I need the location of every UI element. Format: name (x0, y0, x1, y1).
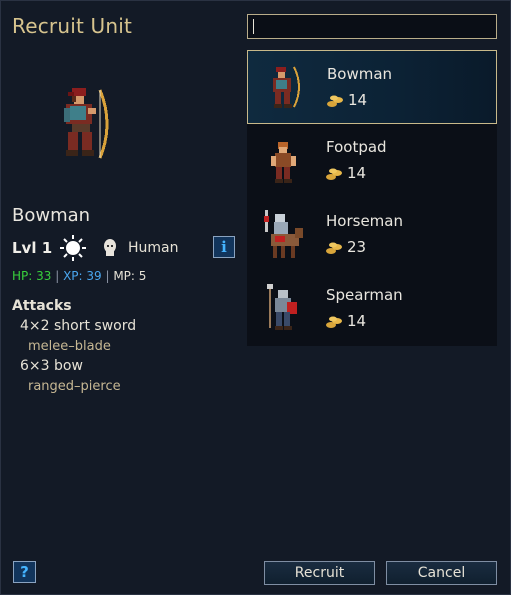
unit-cost: 14 (348, 91, 368, 109)
unit-list-item-bowman[interactable]: Bowman 14 (247, 50, 497, 124)
stat-separator: | (101, 269, 114, 283)
unit-race: Human (128, 240, 179, 256)
unit-name-label: Spearman (326, 286, 403, 304)
unit-level: Lvl 1 (12, 239, 53, 257)
unit-portrait (50, 84, 118, 168)
unit-list-item-footpad[interactable]: Footpad 14 (247, 124, 497, 198)
xp-stat: XP: 39 (63, 269, 102, 283)
unit-list-item-horseman[interactable]: Horseman 23 (247, 198, 497, 272)
attack-type: ranged–pierce (28, 379, 121, 394)
attacks-heading: Attacks (12, 298, 72, 314)
dialog-title: Recruit Unit (12, 14, 133, 38)
human-head-icon (100, 238, 120, 258)
horseman-sprite-icon (261, 208, 307, 262)
sun-icon (58, 235, 88, 261)
unit-cost: 14 (347, 312, 367, 330)
help-button[interactable]: ? (13, 561, 36, 583)
cancel-button[interactable]: Cancel (386, 561, 497, 585)
unit-list: Bowman 14 Footpad 14 Horseman 23 Spearma… (247, 50, 497, 346)
hp-stat: HP: 33 (12, 269, 52, 283)
unit-cost: 23 (347, 238, 367, 256)
unit-name-label: Bowman (327, 65, 393, 83)
gold-coins-icon (326, 166, 343, 180)
unit-list-item-spearman[interactable]: Spearman 14 (247, 272, 497, 346)
unit-info-button[interactable]: i (213, 236, 235, 258)
attack-name: 4×2 short sword (20, 318, 137, 334)
spearman-sprite-icon (261, 282, 307, 336)
gold-coins-icon (326, 314, 343, 328)
bowman-sprite-icon (262, 61, 308, 115)
attack-type: melee–blade (28, 339, 111, 354)
attack-name: 6×3 bow (20, 358, 83, 374)
unit-stats: HP: 33 | XP: 39 | MP: 5 (12, 269, 146, 283)
gold-coins-icon (327, 93, 344, 107)
search-input[interactable] (247, 14, 497, 39)
stat-separator: | (51, 269, 64, 283)
gold-coins-icon (326, 240, 343, 254)
unit-cost: 14 (347, 164, 367, 182)
footpad-sprite-icon (261, 134, 307, 188)
unit-name-label: Footpad (326, 138, 387, 156)
recruit-button[interactable]: Recruit (264, 561, 375, 585)
mp-stat: MP: 5 (113, 269, 147, 283)
unit-name: Bowman (12, 205, 91, 226)
unit-name-label: Horseman (326, 212, 403, 230)
text-caret (253, 19, 254, 34)
